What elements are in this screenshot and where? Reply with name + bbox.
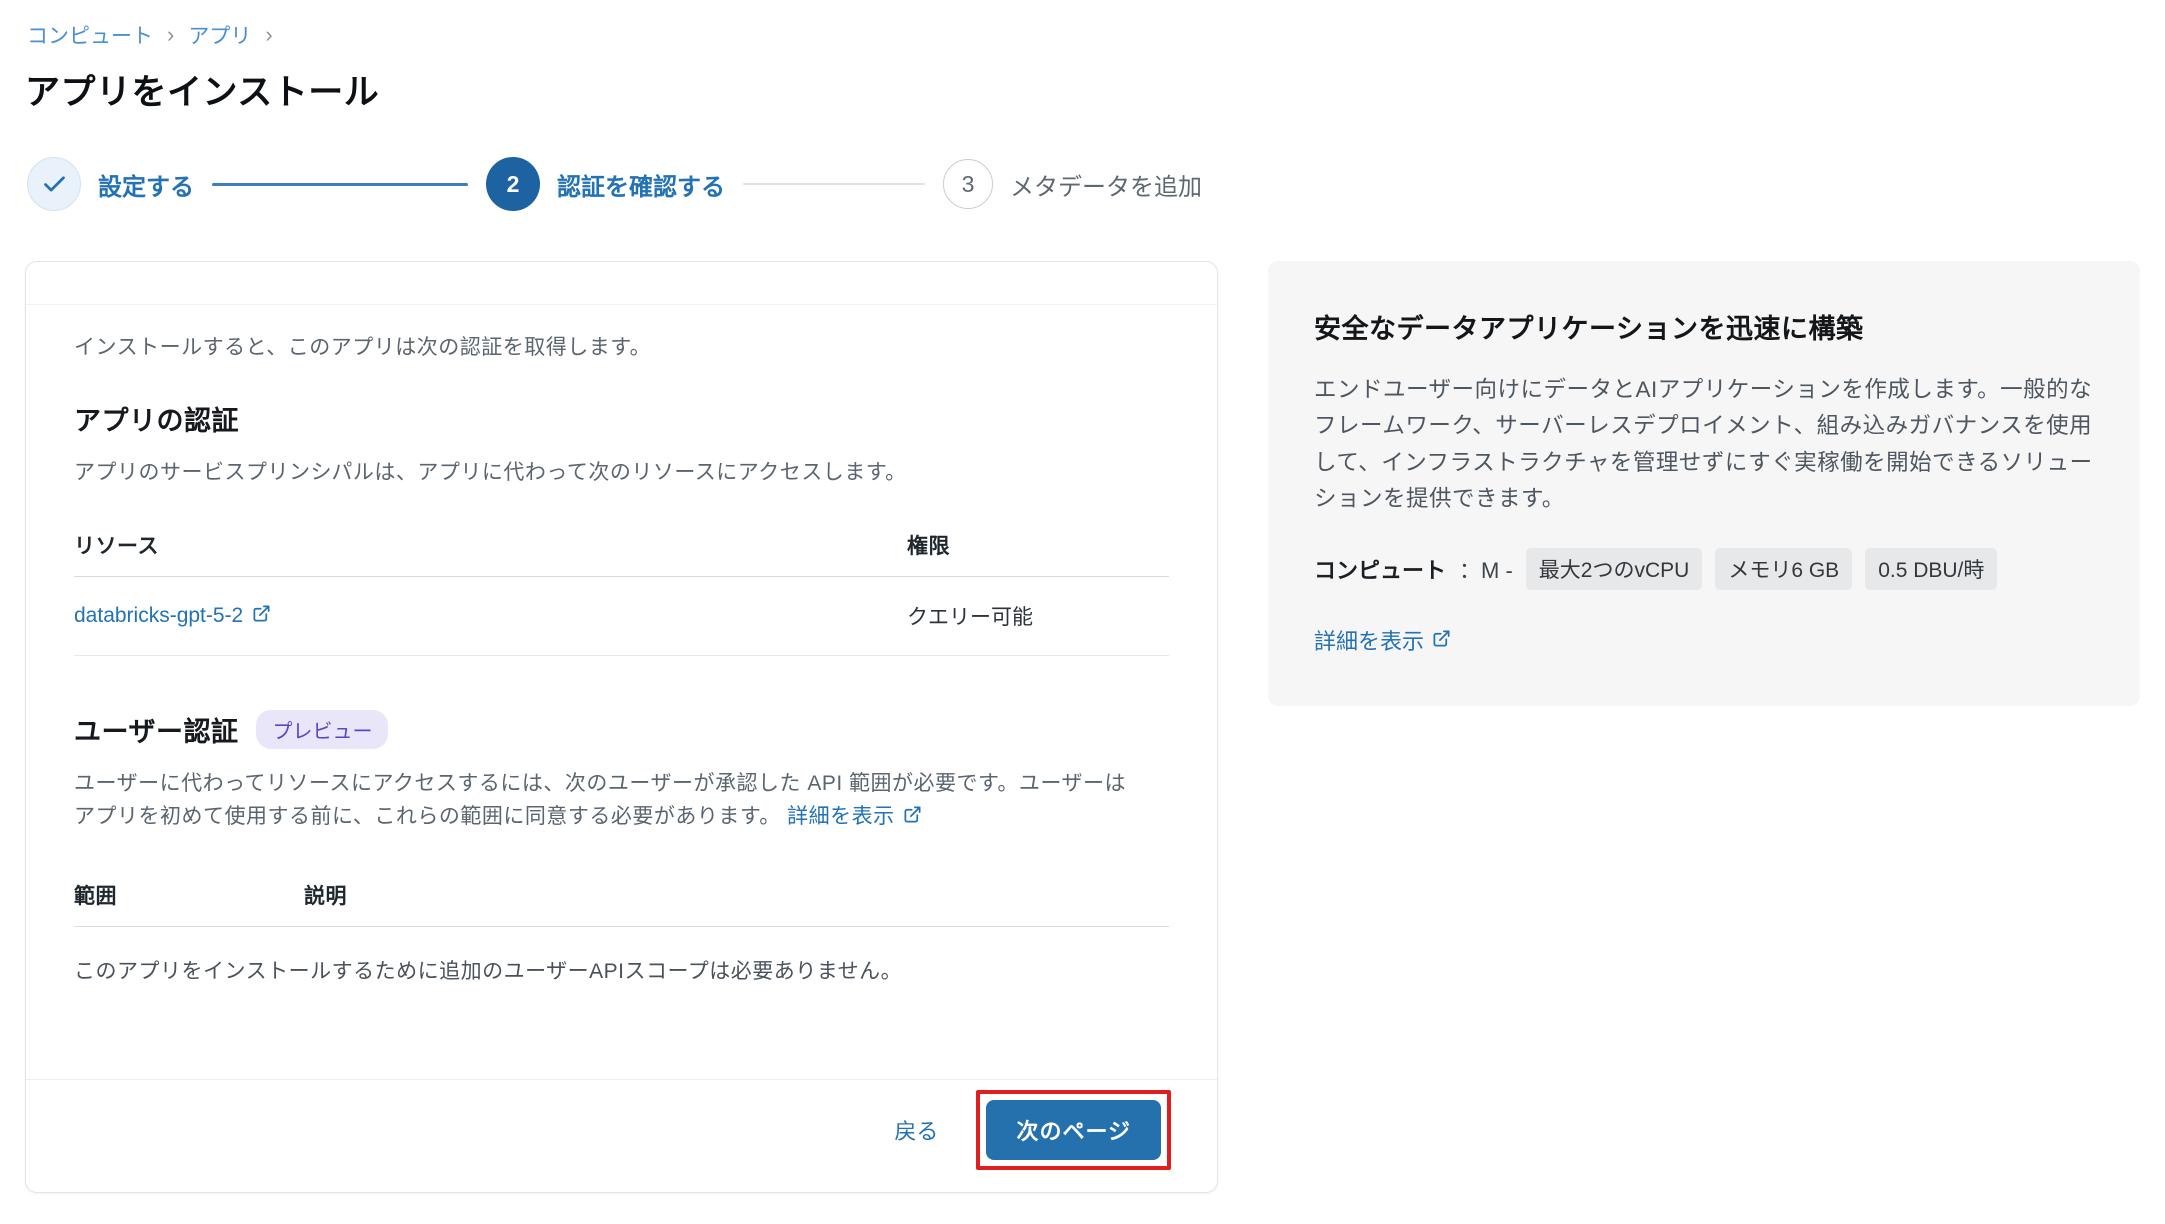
page-title: アプリをインストール <box>25 64 2140 115</box>
wizard-stepper: 設定する 2 認証を確認する 3 メタデータを追加 <box>25 157 2140 211</box>
app-auth-heading: アプリの認証 <box>74 399 1169 438</box>
compute-badge-memory: メモリ6 GB <box>1715 548 1852 590</box>
step-add-metadata-label: メタデータを追加 <box>1010 167 1202 202</box>
preview-badge: プレビュー <box>256 710 388 749</box>
user-auth-details-link[interactable]: 詳細を表示 <box>787 800 922 834</box>
breadcrumb-separator-icon: › <box>167 24 174 46</box>
step-3-number: 3 <box>943 159 993 209</box>
stepper-connector-active <box>212 183 468 186</box>
scope-column-header: 範囲 <box>74 880 304 910</box>
info-panel: 安全なデータアプリケーションを迅速に構築 エンドユーザー向けにデータとAIアプリ… <box>1268 261 2140 706</box>
external-link-icon <box>252 604 271 629</box>
compute-label: コンピュート <box>1314 553 1446 585</box>
step-configure-label: 設定する <box>98 167 194 202</box>
step-configure[interactable]: 設定する <box>27 157 194 211</box>
user-auth-description-text: ユーザーに代わってリソースにアクセスするには、次のユーザーが承認した API 範… <box>74 772 1126 829</box>
breadcrumb-link-apps[interactable]: アプリ <box>188 20 251 50</box>
details-link-label: 詳細を表示 <box>1314 624 1424 656</box>
step-verify-auth-label: 認証を確認する <box>557 167 725 202</box>
resource-table: リソース 権限 databricks-gpt-5-2 クエリー可能 <box>74 520 1169 656</box>
card-divider <box>26 304 1217 305</box>
compute-badge-dbu: 0.5 DBU/時 <box>1865 548 1997 590</box>
back-button[interactable]: 戻る <box>894 1114 938 1146</box>
external-link-icon <box>1432 628 1451 654</box>
user-auth-description: ユーザーに代わってリソースにアクセスするには、次のユーザーが承認した API 範… <box>74 767 1134 834</box>
step-complete-check-icon <box>27 157 81 211</box>
scope-table-header: 範囲 説明 <box>74 870 1169 927</box>
breadcrumb: コンピュート › アプリ › <box>25 20 2140 50</box>
step-verify-auth: 2 認証を確認する <box>486 157 725 211</box>
external-link-icon <box>903 801 922 835</box>
step-2-number: 2 <box>486 157 540 211</box>
compute-separator: ： <box>1459 558 1481 583</box>
permission-column-header: 権限 <box>907 530 1169 560</box>
details-link-label: 詳細を表示 <box>787 800 895 834</box>
resource-table-header: リソース 権限 <box>74 520 1169 577</box>
table-row: databricks-gpt-5-2 クエリー可能 <box>74 577 1169 656</box>
click-annotation-box: 次のページ <box>976 1090 1171 1170</box>
wizard-footer: 戻る 次のページ <box>26 1079 1217 1170</box>
description-column-header: 説明 <box>304 880 1169 910</box>
user-auth-heading: ユーザー認証 <box>74 710 238 749</box>
breadcrumb-link-compute[interactable]: コンピュート <box>27 20 153 50</box>
permission-value: クエリー可能 <box>907 601 1169 631</box>
stepper-connector-inactive <box>743 183 925 185</box>
step-add-metadata: 3 メタデータを追加 <box>943 159 1202 209</box>
info-panel-description: エンドユーザー向けにデータとAIアプリケーションを作成します。一般的なフレームワ… <box>1314 372 2094 518</box>
authorization-card: インストールすると、このアプリは次の認証を取得します。 アプリの認証 アプリのサ… <box>25 261 1218 1193</box>
app-auth-description: アプリのサービスプリンシパルは、アプリに代わって次のリソースにアクセスします。 <box>74 456 1134 490</box>
resource-column-header: リソース <box>74 530 907 560</box>
breadcrumb-separator-icon: › <box>265 24 272 46</box>
scope-table: 範囲 説明 このアプリをインストールするために追加のユーザーAPIスコープは必要… <box>74 870 1169 985</box>
compute-badge-vcpu: 最大2つのvCPU <box>1526 548 1703 590</box>
resource-link[interactable]: databricks-gpt-5-2 <box>74 603 271 628</box>
info-details-link[interactable]: 詳細を表示 <box>1314 624 1451 656</box>
install-intro-text: インストールすると、このアプリは次の認証を取得します。 <box>74 331 1169 361</box>
compute-size: M - <box>1481 558 1513 583</box>
compute-spec-row: コンピュート ：M - 最大2つのvCPU メモリ6 GB 0.5 DBU/時 <box>1314 548 2094 590</box>
info-panel-title: 安全なデータアプリケーションを迅速に構築 <box>1314 307 2094 346</box>
scope-empty-message: このアプリをインストールするために追加のユーザーAPIスコープは必要ありません。 <box>74 955 1169 985</box>
resource-link-label: databricks-gpt-5-2 <box>74 604 243 628</box>
install-app-page: コンピュート › アプリ › アプリをインストール 設定する 2 認証を確認する… <box>0 0 2165 1224</box>
next-page-button[interactable]: 次のページ <box>986 1100 1161 1160</box>
